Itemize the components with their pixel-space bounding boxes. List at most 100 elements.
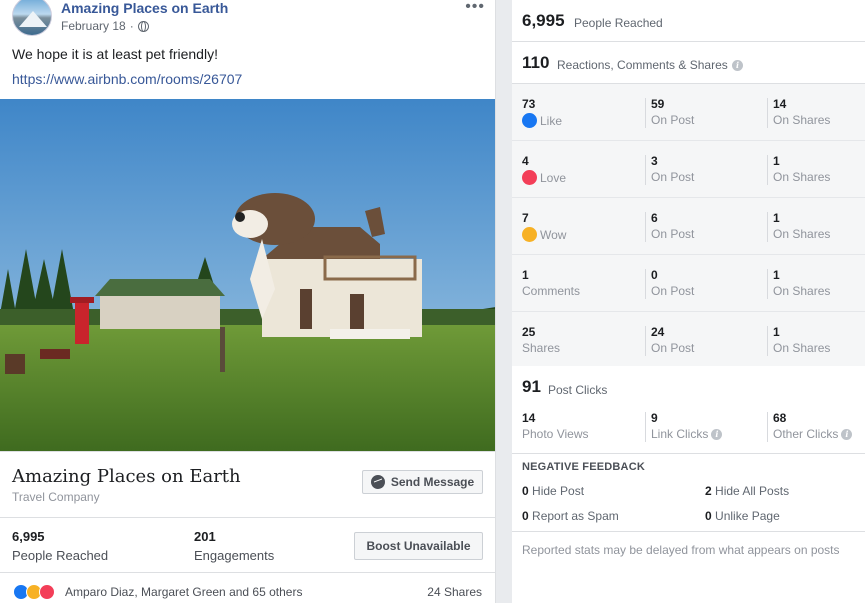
hide-all-value: 2 bbox=[705, 484, 712, 498]
divider bbox=[767, 155, 768, 185]
divider bbox=[767, 412, 768, 442]
love-icon bbox=[522, 170, 537, 185]
post-clicks-value: 91 bbox=[522, 377, 541, 396]
negative-feedback-section: NEGATIVE FEEDBACK 0 Hide Post 2 Hide All… bbox=[512, 453, 865, 531]
love-on-post-label: On Post bbox=[651, 170, 695, 184]
like-total-label: Like bbox=[540, 113, 563, 128]
people-reached-label: People Reached bbox=[12, 548, 109, 563]
like-total-value: 73 bbox=[522, 97, 536, 111]
wow-on-post-label: On Post bbox=[651, 227, 695, 241]
post-clicks-label: Post Clicks bbox=[548, 383, 608, 397]
info-icon[interactable]: i bbox=[841, 428, 853, 440]
comments-total-value: 1 bbox=[522, 268, 529, 282]
other-clicks-label: Other Clicks bbox=[773, 427, 839, 441]
hide-post-value: 0 bbox=[522, 484, 529, 498]
divider bbox=[645, 98, 646, 128]
spam-label: Report as Spam bbox=[532, 509, 619, 523]
divider bbox=[645, 155, 646, 185]
dog-house-photo bbox=[0, 99, 495, 451]
post-photo[interactable] bbox=[0, 99, 495, 451]
love-on-post-value: 3 bbox=[651, 154, 658, 168]
post-header: Amazing Places on Earth February 18 · ••… bbox=[0, 0, 495, 40]
comments-on-post: 0 On Post bbox=[651, 268, 694, 298]
info-icon[interactable]: i bbox=[711, 428, 723, 440]
spam-value: 0 bbox=[522, 509, 529, 523]
comments-on-post-value: 0 bbox=[651, 268, 658, 282]
shares-total-label: Shares bbox=[522, 341, 561, 355]
insights-reached-value: 6,995 bbox=[522, 11, 565, 30]
post-meta: February 18 · bbox=[61, 19, 149, 33]
love-icon bbox=[39, 584, 55, 600]
link-clicks-value: 9 bbox=[651, 411, 658, 425]
shares-total-value: 25 bbox=[522, 325, 536, 339]
rcs-label: Reactions, Comments & Shares bbox=[557, 58, 728, 72]
like-on-post: 59 On Post bbox=[651, 97, 694, 127]
meta-separator: · bbox=[129, 19, 134, 33]
people-reached-value: 6,995 bbox=[12, 529, 45, 544]
page-root: Amazing Places on Earth February 18 · ••… bbox=[0, 0, 865, 603]
photo-views-label: Photo Views bbox=[522, 427, 589, 441]
unlike-value: 0 bbox=[705, 509, 712, 523]
reaction-names[interactable]: Amparo Diaz, Margaret Green and 65 other… bbox=[65, 585, 302, 599]
other-clicks-label-wrap: Other Clicks i bbox=[773, 427, 853, 441]
preview-subtitle: Travel Company bbox=[12, 490, 100, 504]
stats-delay-note: Reported stats may be delayed from what … bbox=[522, 543, 840, 557]
comments-total-label: Comments bbox=[522, 284, 581, 298]
breakdown-row-love: 4 Love 3 On Post 1 On Shares bbox=[512, 141, 865, 198]
love-total-label: Love bbox=[540, 170, 567, 185]
hide-post-stat: 0 Hide Post bbox=[522, 484, 584, 498]
like-on-shares-label: On Shares bbox=[773, 113, 831, 127]
photo-views: 14 Photo Views bbox=[522, 411, 589, 441]
send-message-button[interactable]: Send Message bbox=[362, 470, 483, 494]
unlike-page-stat: 0 Unlike Page bbox=[705, 509, 780, 523]
love-on-shares-value: 1 bbox=[773, 154, 780, 168]
reactions-row: Amparo Diaz, Margaret Green and 65 other… bbox=[0, 573, 495, 603]
reaction-icons[interactable] bbox=[13, 584, 55, 600]
other-clicks-value: 68 bbox=[773, 411, 787, 425]
wow-on-post-value: 6 bbox=[651, 211, 658, 225]
post-text: We hope it is at least pet friendly! bbox=[12, 46, 218, 62]
divider bbox=[767, 212, 768, 242]
more-options-icon[interactable]: ••• bbox=[465, 0, 485, 16]
like-icon bbox=[522, 113, 537, 128]
preview-title[interactable]: Amazing Places on Earth bbox=[12, 466, 241, 487]
divider bbox=[767, 269, 768, 299]
divider bbox=[645, 412, 646, 442]
link-preview[interactable]: Amazing Places on Earth Travel Company S… bbox=[0, 451, 495, 518]
shares-on-post: 24 On Post bbox=[651, 325, 694, 355]
like-on-shares: 14 On Shares bbox=[773, 97, 830, 127]
love-total: 4 Love bbox=[522, 154, 566, 185]
engagements-label: Engagements bbox=[194, 548, 275, 563]
wow-total: 7 Wow bbox=[522, 211, 566, 242]
shares-on-shares-value: 1 bbox=[773, 325, 780, 339]
page-name-link[interactable]: Amazing Places on Earth bbox=[61, 0, 228, 16]
page-avatar[interactable] bbox=[12, 0, 52, 36]
divider bbox=[645, 269, 646, 299]
breakdown-row-comments: 1 Comments 0 On Post 1 On Shares bbox=[512, 255, 865, 312]
like-on-post-label: On Post bbox=[651, 113, 695, 127]
divider bbox=[767, 326, 768, 356]
comments-on-shares-label: On Shares bbox=[773, 284, 831, 298]
love-on-post: 3 On Post bbox=[651, 154, 694, 184]
globe-icon bbox=[137, 20, 149, 32]
boost-unavailable-button[interactable]: Boost Unavailable bbox=[354, 532, 483, 560]
breakdown-row-shares: 25 Shares 24 On Post 1 On Shares bbox=[512, 312, 865, 369]
reached-section: 6,995 People Reached bbox=[512, 0, 865, 42]
other-clicks: 68 Other Clicks i bbox=[773, 411, 853, 441]
insights-reached-label: People Reached bbox=[574, 16, 663, 30]
post-date[interactable]: February 18 bbox=[61, 19, 126, 33]
hide-all-posts-stat: 2 Hide All Posts bbox=[705, 484, 789, 498]
comments-total: 1 Comments bbox=[522, 268, 580, 298]
wow-total-label-wrap: Wow bbox=[522, 227, 566, 242]
love-total-label-wrap: Love bbox=[522, 170, 566, 185]
insights-panel: 6,995 People Reached 1 1 0 Reactions, Comm… bbox=[512, 0, 865, 603]
wow-on-shares-value: 1 bbox=[773, 211, 780, 225]
comments-on-shares-value: 1 bbox=[773, 268, 780, 282]
post-link[interactable]: https://www.airbnb.com/rooms/26707 bbox=[12, 71, 242, 87]
shares-count[interactable]: 24 Shares bbox=[427, 585, 482, 599]
breakdown-row-like: 73 Like 59 On Post 14 On Shares bbox=[512, 84, 865, 141]
comments-on-shares: 1 On Shares bbox=[773, 268, 830, 298]
divider bbox=[645, 212, 646, 242]
info-icon[interactable]: i bbox=[732, 60, 743, 71]
love-on-shares-label: On Shares bbox=[773, 170, 831, 184]
